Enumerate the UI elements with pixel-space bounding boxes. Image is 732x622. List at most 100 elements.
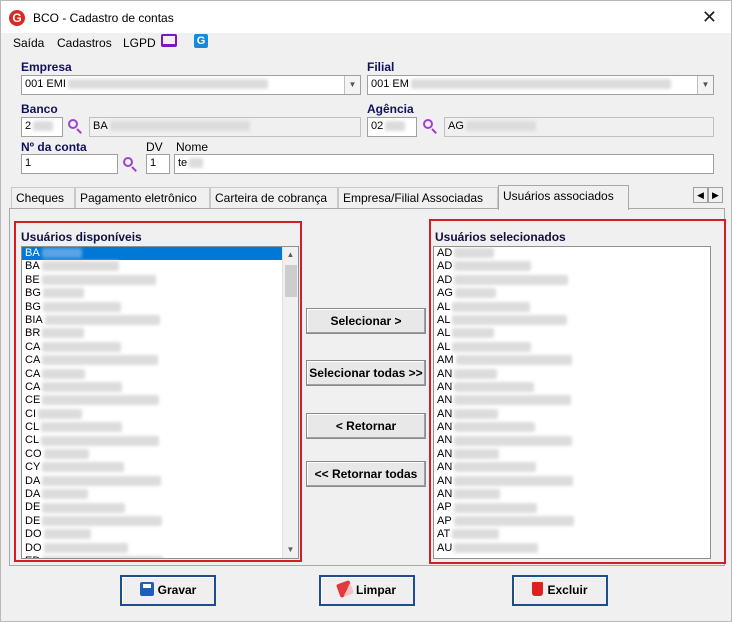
clear-button[interactable]: Limpar xyxy=(319,575,415,606)
list-item[interactable]: AL xyxy=(434,341,710,354)
list-item[interactable]: DA xyxy=(22,475,298,488)
list-item[interactable]: AD xyxy=(434,274,710,287)
list-item[interactable]: AN xyxy=(434,408,710,421)
selected-item-label: AD xyxy=(437,260,453,273)
chevron-down-icon[interactable]: ▼ xyxy=(344,76,360,94)
selected-item-label: AD xyxy=(437,273,453,286)
list-item[interactable]: AN xyxy=(434,461,710,474)
available-scrollbar[interactable]: ▲ ▼ xyxy=(282,247,298,558)
monitor-icon[interactable] xyxy=(161,34,177,47)
list-item[interactable]: DE xyxy=(22,515,298,528)
list-item[interactable]: CY xyxy=(22,461,298,474)
menu-lgpd[interactable]: LGPD xyxy=(123,36,156,50)
select-all-button[interactable]: Selecionar todas >> xyxy=(306,360,426,386)
list-item[interactable]: CE xyxy=(22,394,298,407)
tab-usuarios-associados[interactable]: Usuários associados xyxy=(498,185,629,210)
list-item[interactable]: CI xyxy=(22,408,298,421)
close-icon[interactable]: ✕ xyxy=(702,7,717,28)
save-button[interactable]: Gravar xyxy=(120,575,216,606)
list-item[interactable]: CL xyxy=(22,421,298,434)
available-users-list[interactable]: BA BA BE BG BG BIA BR CA CA CA CA CE CI CL CL CO CY DA DA D… xyxy=(21,246,299,559)
return-button[interactable]: < Retornar xyxy=(306,413,426,439)
banco-name-value: BA xyxy=(93,120,108,132)
menu-cadastros[interactable]: Cadastros xyxy=(57,36,112,50)
list-item[interactable]: AD xyxy=(434,247,710,260)
dv-value: 1 xyxy=(150,157,157,169)
empresa-select[interactable]: 001 EMI ▼ xyxy=(21,75,361,95)
list-item[interactable]: AN xyxy=(434,475,710,488)
available-item-label: BG xyxy=(25,287,41,300)
list-item[interactable]: AP xyxy=(434,501,710,514)
agencia-code-input[interactable]: 02 xyxy=(367,117,417,137)
scroll-thumb[interactable] xyxy=(285,265,297,297)
filial-select[interactable]: 001 EM ▼ xyxy=(367,75,714,95)
g-app-icon[interactable]: G xyxy=(194,34,208,48)
tab-cheques[interactable]: Cheques xyxy=(11,187,75,209)
tab-pagamento-eletronico[interactable]: Pagamento eletrônico xyxy=(75,187,210,209)
delete-button[interactable]: Excluir xyxy=(512,575,608,606)
list-item[interactable]: AN xyxy=(434,448,710,461)
tab-carteira-cobranca[interactable]: Carteira de cobrança xyxy=(210,187,338,209)
select-button[interactable]: Selecionar > xyxy=(306,308,426,334)
dv-input[interactable]: 1 xyxy=(146,154,170,174)
list-item[interactable]: DO xyxy=(22,528,298,541)
list-item[interactable]: AN xyxy=(434,434,710,447)
list-item[interactable]: ED xyxy=(22,555,298,558)
list-item[interactable]: AN xyxy=(434,488,710,501)
filial-value: 001 EM xyxy=(371,78,409,90)
list-item[interactable]: BA xyxy=(22,247,298,261)
list-item[interactable]: DA xyxy=(22,488,298,501)
tab-empresa-filial[interactable]: Empresa/Filial Associadas xyxy=(338,187,498,209)
return-all-button[interactable]: << Retornar todas xyxy=(306,461,426,487)
selected-item-label: AL xyxy=(437,300,451,313)
search-icon[interactable] xyxy=(423,119,437,134)
list-item[interactable]: AT xyxy=(434,528,710,541)
nome-label: Nome xyxy=(176,140,209,154)
list-item[interactable]: BIA xyxy=(22,314,298,327)
list-item[interactable]: DE xyxy=(22,501,298,514)
selected-users-list[interactable]: AD AD AD AG AL AL AL AL AM AN AN AN AN AN AN AN AN AN AN AP… xyxy=(433,246,711,559)
list-item[interactable]: CL xyxy=(22,434,298,447)
list-item[interactable]: BG xyxy=(22,301,298,314)
scroll-up-icon[interactable]: ▲ xyxy=(283,247,298,263)
menu-saida[interactable]: Saída xyxy=(13,36,44,50)
list-item[interactable]: BG xyxy=(22,287,298,300)
selected-item-label: AN xyxy=(437,447,453,460)
list-item[interactable]: BE xyxy=(22,274,298,287)
list-item[interactable]: AL xyxy=(434,327,710,340)
list-item[interactable]: AU xyxy=(434,542,710,555)
list-item[interactable]: CO xyxy=(22,448,298,461)
available-item-label: BE xyxy=(25,273,40,286)
list-item[interactable]: AN xyxy=(434,368,710,381)
list-item[interactable]: AG xyxy=(434,287,710,300)
trash-icon xyxy=(532,582,544,596)
conta-input[interactable]: 1 xyxy=(21,154,118,174)
list-item[interactable]: AL xyxy=(434,314,710,327)
list-item[interactable]: AM xyxy=(434,354,710,367)
tab-scroll-left-icon[interactable]: ◀ xyxy=(693,187,708,203)
list-item[interactable]: BA xyxy=(22,260,298,273)
list-item[interactable]: CA xyxy=(22,354,298,367)
available-item-label: CI xyxy=(25,407,36,420)
search-icon[interactable] xyxy=(68,119,82,134)
selected-item-label: AN xyxy=(437,394,453,407)
list-item[interactable]: AD xyxy=(434,260,710,273)
tab-scroll-right-icon[interactable]: ▶ xyxy=(708,187,723,203)
list-item[interactable]: DO xyxy=(22,542,298,555)
search-icon[interactable] xyxy=(123,157,137,172)
list-item[interactable]: AN xyxy=(434,421,710,434)
list-item[interactable]: AN xyxy=(434,381,710,394)
available-item-label: CA xyxy=(25,354,41,367)
list-item[interactable]: BR xyxy=(22,327,298,340)
list-item[interactable]: CA xyxy=(22,341,298,354)
list-item[interactable]: CA xyxy=(22,381,298,394)
conta-value: 1 xyxy=(25,157,32,169)
list-item[interactable]: AN xyxy=(434,394,710,407)
nome-input[interactable]: te xyxy=(174,154,714,174)
chevron-down-icon[interactable]: ▼ xyxy=(697,76,713,94)
list-item[interactable]: CA xyxy=(22,368,298,381)
scroll-down-icon[interactable]: ▼ xyxy=(283,542,298,558)
banco-code-input[interactable]: 2 xyxy=(21,117,63,137)
list-item[interactable]: AP xyxy=(434,515,710,528)
list-item[interactable]: AL xyxy=(434,301,710,314)
